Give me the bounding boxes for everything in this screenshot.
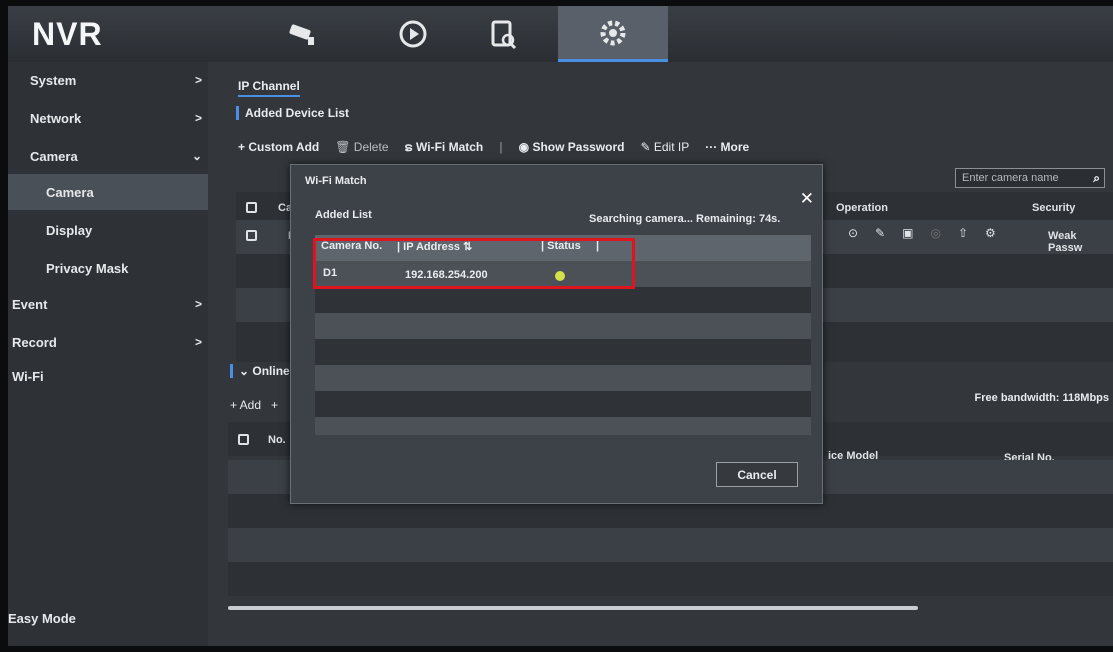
preview-icon[interactable]: ⊙ [848, 226, 858, 240]
delete-button[interactable]: 🗑 Delete [335, 140, 388, 154]
easy-mode-button[interactable]: Easy Mode [8, 600, 208, 636]
sidebar-subitem-display[interactable]: Display [8, 212, 208, 248]
sidebar-item-network[interactable]: Network > [8, 100, 208, 136]
added-device-list-title: Added Device List [236, 106, 349, 120]
table-row [315, 339, 811, 365]
chevron-right-icon: > [194, 111, 202, 125]
dialog-title: Wi-Fi Match [305, 175, 367, 187]
added-list-title: Added List [315, 209, 372, 221]
wifi-match-button[interactable]: ຣ Wi-Fi Match [405, 140, 484, 154]
upgrade-icon[interactable]: ⇧ [958, 226, 968, 240]
sidebar-subitem-privacy-mask[interactable]: Privacy Mask [8, 250, 208, 286]
eye-icon: ◉ [518, 140, 533, 154]
sidebar: System > Network > Camera ⌄ Camera Display … [8, 62, 208, 646]
horizontal-scrollbar[interactable] [228, 606, 918, 610]
sidebar-item-record[interactable]: Record > [8, 324, 208, 360]
col-operation: Operation [836, 202, 888, 214]
tab-ip-channel[interactable]: IP Channel [238, 79, 300, 97]
search-file-icon [491, 20, 517, 50]
table-row [315, 417, 811, 435]
select-all-checkbox[interactable] [246, 202, 257, 213]
sidebar-item-camera[interactable]: Camera ⌄ [8, 138, 208, 174]
search-icon[interactable]: ⌕ [1093, 169, 1100, 187]
added-toolbar: + Custom Add 🗑 Delete ຣ Wi-Fi Match | ◉ … [238, 140, 750, 154]
row-checkbox[interactable] [246, 230, 257, 241]
show-password-button[interactable]: ◉ Show Password [519, 140, 625, 154]
highlight-box [313, 238, 635, 289]
col-security: Security [1032, 202, 1076, 214]
top-bar: NVR [8, 6, 1113, 62]
table-row [228, 562, 1113, 596]
search-status-text: Searching camera... Remaining: 74s. [589, 213, 781, 225]
table-row [315, 365, 811, 391]
disabled-icon: ◎ [930, 226, 941, 240]
table-row [315, 287, 811, 313]
cancel-button[interactable]: Cancel [716, 462, 798, 487]
table-row [228, 528, 1113, 562]
wifi-match-dialog: Wi-Fi Match ✕ Added List Searching camer… [290, 164, 823, 504]
add-more-button[interactable]: + [271, 398, 278, 412]
add-button[interactable]: + Add [230, 398, 261, 412]
playback-icon [399, 20, 427, 48]
chevron-down-icon: ⌄ [239, 364, 253, 378]
more-button[interactable]: ··· More [705, 140, 749, 154]
delete-icon[interactable]: ▣ [902, 226, 913, 240]
chevron-right-icon: > [194, 335, 202, 349]
edit-icon[interactable]: ✎ [875, 226, 885, 240]
sidebar-item-event[interactable]: Event > [8, 286, 208, 322]
free-bandwidth: Free bandwidth: 118Mbps [974, 392, 1109, 404]
nvr-logo: NVR [32, 16, 103, 52]
edit-ip-button[interactable]: ✎ Edit IP [640, 140, 689, 154]
sidebar-item-system[interactable]: System > [8, 62, 208, 98]
nvr-screen: NVR ⓘ ⊙ ♫ ⇪ ⏻ System> Network> Camera⌄ C… [8, 6, 1113, 646]
select-all-online-checkbox[interactable] [238, 434, 249, 445]
row-security: Weak Passw [1048, 230, 1083, 254]
config-icon[interactable]: ⚙ [985, 226, 996, 240]
nav-tab-settings[interactable] [558, 6, 668, 62]
close-icon[interactable]: ✕ [800, 189, 814, 209]
nav-tab-live-view[interactable] [248, 6, 358, 62]
camera-icon [289, 24, 314, 45]
table-row [315, 391, 811, 417]
table-row [315, 313, 811, 339]
col-no: No. [268, 434, 286, 446]
chevron-right-icon: > [194, 73, 202, 87]
online-toolbar: + Add + [230, 398, 278, 412]
operation-icons: ⊙ ✎ ▣ ◎ ⇧ ⚙ [848, 226, 996, 240]
custom-add-button[interactable]: + Custom Add [238, 140, 319, 154]
sidebar-item-wifi[interactable]: Wi-Fi [8, 358, 208, 394]
pencil-icon: ✎ [640, 140, 654, 154]
chevron-right-icon: > [194, 297, 202, 311]
chevron-down-icon: ⌄ [191, 149, 202, 163]
settings-gear-icon [600, 20, 626, 45]
wifi-icon: ຣ [404, 140, 417, 154]
nav-tab-search[interactable] [448, 6, 558, 62]
camera-search-input[interactable]: Enter camera name ⌕ [955, 168, 1105, 188]
sidebar-subitem-camera[interactable]: Camera [8, 174, 208, 210]
